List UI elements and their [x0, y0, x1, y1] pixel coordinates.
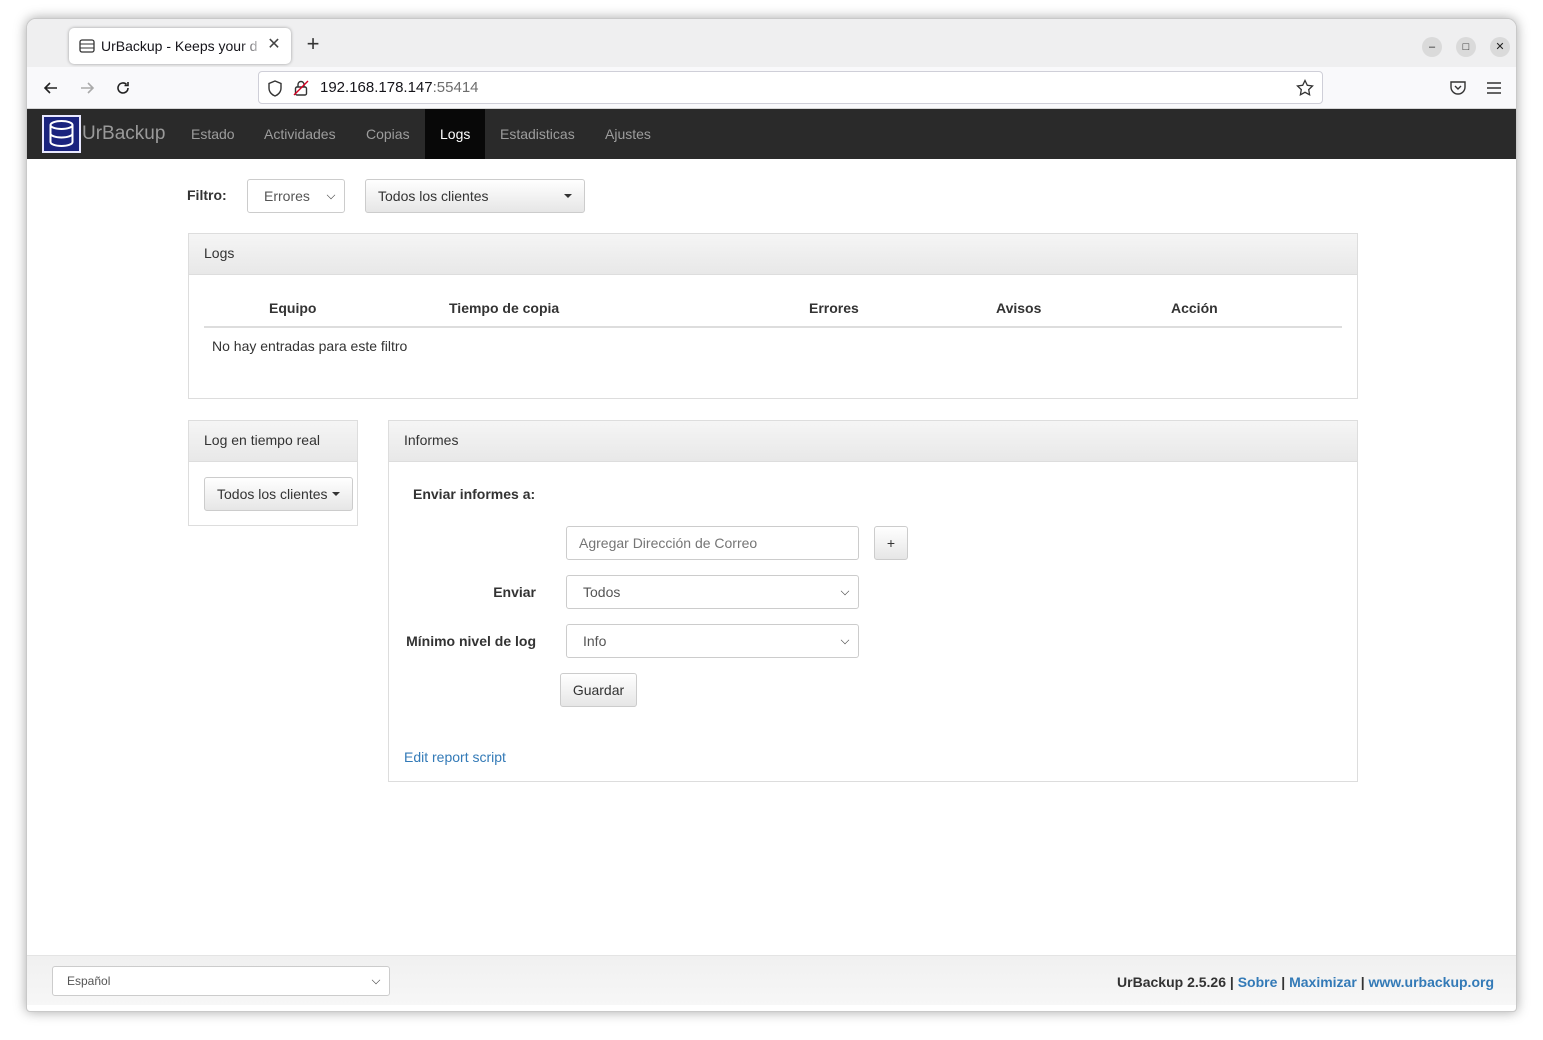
email-input[interactable]	[566, 526, 859, 560]
minimize-button[interactable]: –	[1422, 37, 1442, 57]
realtime-clients-label: Todos los clientes	[217, 486, 328, 502]
browser-window: UrBackup - Keeps your d ✕ + – □ ✕ 192.16…	[26, 18, 1517, 1012]
table-header-divider	[204, 326, 1342, 328]
nav-estadisticas[interactable]: Estadisticas	[485, 109, 590, 159]
reports-panel: Informes Enviar informes a: + Enviar Tod…	[388, 420, 1358, 782]
tab-close-icon[interactable]: ✕	[265, 36, 283, 54]
chevron-down-icon	[840, 586, 850, 596]
url-port: :55414	[432, 79, 479, 96]
maximize-button[interactable]: □	[1456, 37, 1476, 57]
realtime-log-panel: Log en tiempo real Todos los clientes	[188, 420, 358, 526]
language-select[interactable]: Español	[52, 966, 390, 996]
database-icon	[79, 39, 95, 53]
url-host: 192.168.178.147	[320, 79, 433, 96]
hamburger-menu-icon[interactable]	[1485, 79, 1503, 97]
log-level-select[interactable]: Errores	[247, 179, 345, 213]
reload-icon[interactable]	[111, 76, 135, 100]
close-window-button[interactable]: ✕	[1490, 37, 1510, 57]
forward-arrow-icon[interactable]	[75, 76, 99, 100]
send-select[interactable]: Todos	[566, 575, 859, 609]
reports-panel-title: Informes	[389, 421, 1357, 462]
back-arrow-icon[interactable]	[39, 76, 63, 100]
separator: |	[1281, 974, 1286, 990]
bookmark-star-icon[interactable]	[1296, 79, 1314, 97]
separator: |	[1229, 974, 1234, 990]
separator: |	[1360, 974, 1365, 990]
nav-copias[interactable]: Copias	[351, 109, 425, 159]
filter-label: Filtro:	[187, 187, 227, 203]
min-level-select-value: Info	[583, 633, 607, 649]
browser-navbar: 192.168.178.147:55414	[27, 67, 1516, 109]
chevron-down-icon	[326, 190, 336, 200]
tab-strip: UrBackup - Keeps your d ✕ + – □ ✕	[27, 19, 1516, 67]
chevron-down-icon	[840, 635, 850, 645]
log-level-value: Errores	[264, 188, 310, 204]
browser-tab[interactable]: UrBackup - Keeps your d ✕	[69, 28, 291, 64]
edit-report-script-link[interactable]: Edit report script	[404, 749, 506, 765]
nav-estado[interactable]: Estado	[176, 109, 250, 159]
pocket-icon[interactable]	[1449, 79, 1467, 97]
brand-name[interactable]: UrBackup	[82, 123, 165, 145]
urbackup-logo[interactable]	[42, 115, 81, 153]
realtime-log-title: Log en tiempo real	[189, 421, 357, 462]
logs-panel-title: Logs	[189, 234, 1357, 275]
col-accion[interactable]: Acción	[1171, 300, 1218, 316]
new-tab-button[interactable]: +	[301, 33, 325, 57]
col-tiempo-de-copia[interactable]: Tiempo de copia	[449, 300, 559, 316]
shield-icon[interactable]	[267, 80, 283, 97]
send-label: Enviar	[493, 584, 536, 600]
caret-down-icon	[564, 194, 572, 198]
about-link[interactable]: Sobre	[1238, 974, 1278, 990]
min-level-label: Mínimo nivel de log	[406, 633, 536, 649]
website-link[interactable]: www.urbackup.org	[1369, 974, 1495, 990]
url-text[interactable]: 192.168.178.147:55414	[320, 79, 479, 96]
logs-panel: Logs Equipo Tiempo de copia Errores Avis…	[188, 233, 1358, 399]
send-reports-label: Enviar informes a:	[413, 486, 536, 502]
footer-info: UrBackup 2.5.26 | Sobre | Maximizar | ww…	[1117, 974, 1494, 990]
database-logo-icon	[49, 120, 74, 148]
min-level-select[interactable]: Info	[566, 624, 859, 658]
empty-table-message: No hay entradas para este filtro	[212, 338, 408, 354]
app-navbar: UrBackup Estado Actividades Copias Logs …	[27, 109, 1516, 159]
insecure-lock-icon[interactable]	[293, 79, 309, 97]
filter-clients-label: Todos los clientes	[378, 188, 489, 204]
nav-logs[interactable]: Logs	[425, 109, 485, 159]
chevron-down-icon	[371, 975, 381, 985]
maximize-link[interactable]: Maximizar	[1289, 974, 1357, 990]
col-errores[interactable]: Errores	[809, 300, 859, 316]
nav-actividades[interactable]: Actividades	[249, 109, 351, 159]
col-equipo[interactable]: Equipo	[269, 300, 316, 316]
footer: Español UrBackup 2.5.26 | Sobre | Maximi…	[27, 955, 1516, 1005]
caret-down-icon	[332, 492, 340, 496]
version-text: UrBackup 2.5.26	[1117, 974, 1226, 990]
realtime-clients-dropdown[interactable]: Todos los clientes	[204, 477, 353, 511]
add-email-button[interactable]: +	[874, 526, 908, 560]
filter-clients-dropdown[interactable]: Todos los clientes	[365, 179, 585, 213]
save-button[interactable]: Guardar	[560, 673, 637, 707]
address-bar[interactable]: 192.168.178.147:55414	[258, 71, 1323, 104]
nav-ajustes[interactable]: Ajustes	[590, 109, 666, 159]
language-value: Español	[67, 974, 111, 988]
send-select-value: Todos	[583, 584, 621, 600]
col-avisos[interactable]: Avisos	[996, 300, 1041, 316]
tab-title: UrBackup - Keeps your d	[101, 38, 258, 54]
